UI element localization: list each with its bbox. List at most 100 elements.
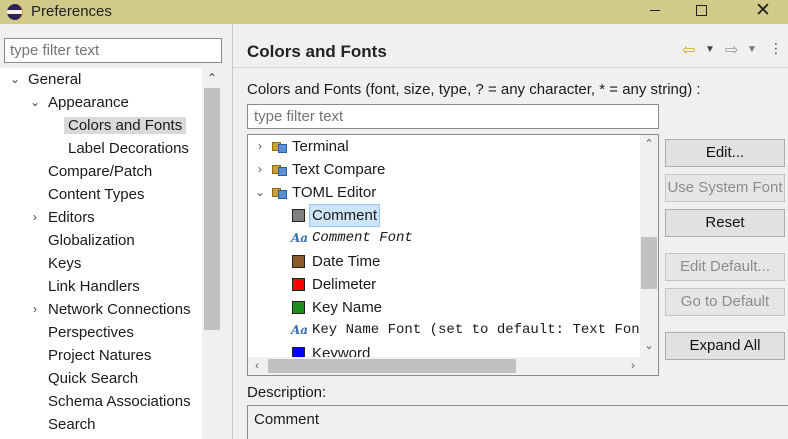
page-description: Colors and Fonts (font, size, type, ? = … — [247, 81, 701, 98]
tree-item-label-decorations[interactable]: Label Decorations — [68, 137, 189, 160]
chevron-right-icon[interactable]: › — [254, 158, 266, 181]
scrollbar-thumb[interactable] — [268, 359, 516, 373]
tree-item-colors-and-fonts[interactable]: Colors and Fonts — [64, 114, 187, 137]
tree-item-label: Quick Search — [48, 370, 139, 387]
chevron-right-icon[interactable]: › — [29, 206, 41, 229]
tree-item-schema-associations[interactable]: Schema Associations — [48, 390, 191, 413]
window-title: Preferences — [31, 3, 112, 20]
scroll-right-icon[interactable]: › — [624, 357, 642, 375]
use-system-font-button[interactable]: Use System Font — [665, 174, 785, 202]
minimize-icon — [650, 10, 660, 12]
tree-item-network-connections[interactable]: › Network Connections — [0, 298, 200, 321]
edit-button[interactable]: Edit... — [665, 139, 785, 167]
go-to-default-button[interactable]: Go to Default — [665, 288, 785, 316]
tree-item-label: Keyword — [312, 345, 371, 357]
maximize-button[interactable] — [678, 0, 724, 24]
category-icon — [272, 186, 288, 200]
tree-item-label: Comment Font — [312, 230, 413, 246]
tree-item-label: Content Types — [48, 186, 145, 203]
page-header: Colors and Fonts ⇦ ▼ ⇨ ▼ ⋮ — [233, 24, 788, 68]
scroll-up-icon[interactable]: ⌃ — [640, 135, 658, 153]
color-swatch — [292, 301, 305, 314]
tree-item-comment[interactable]: Comment — [248, 204, 642, 227]
tree-item-label: Search — [48, 416, 96, 433]
chevron-down-icon[interactable]: ⌄ — [254, 181, 266, 204]
tree-item-label: Network Connections — [48, 301, 191, 318]
tree-item-delimeter[interactable]: Delimeter — [248, 273, 642, 296]
title-bar: Preferences ✕ — [0, 0, 788, 24]
tree-item-label: Compare/Patch — [48, 163, 153, 180]
tree-item-label: Link Handlers — [48, 278, 140, 295]
tree-item-toml-editor[interactable]: ⌄ TOML Editor — [248, 181, 642, 204]
chevron-right-icon[interactable]: › — [29, 298, 41, 321]
tree-item-perspectives[interactable]: Perspectives — [48, 321, 134, 344]
tree-item-appearance[interactable]: ⌄ Appearance — [0, 91, 200, 114]
forward-dropdown-icon[interactable]: ▼ — [747, 44, 757, 55]
tree-item-label: Perspectives — [48, 324, 134, 341]
scrollbar-corner — [642, 357, 658, 375]
chevron-down-icon[interactable]: ⌄ — [29, 91, 41, 114]
category-icon — [272, 140, 288, 154]
tree-item-project-natures[interactable]: Project Natures — [48, 344, 151, 367]
tree-item-comment-font[interactable]: Aa Comment Font — [248, 227, 642, 250]
color-swatch — [292, 278, 305, 291]
close-button[interactable]: ✕ — [740, 0, 786, 24]
tree-item-label: Schema Associations — [48, 393, 191, 410]
tree-vertical-scrollbar[interactable]: ⌃ — [202, 68, 222, 439]
forward-arrow-icon[interactable]: ⇨ — [725, 40, 738, 60]
tree-item-search[interactable]: Search — [48, 413, 96, 436]
tree-item-label: Label Decorations — [68, 140, 189, 157]
font-icon: Aa — [291, 231, 309, 245]
description-text: Comment — [254, 411, 320, 428]
tree-item-compare-patch[interactable]: Compare/Patch — [48, 160, 152, 183]
tree-item-keyword[interactable]: Keyword — [248, 342, 642, 357]
tree-item-key-name[interactable]: Key Name — [248, 296, 642, 319]
reset-button[interactable]: Reset — [665, 209, 785, 237]
expand-all-button[interactable]: Expand All — [665, 332, 785, 360]
chevron-down-icon[interactable]: ⌄ — [9, 68, 21, 91]
category-icon — [272, 163, 288, 177]
color-swatch — [292, 347, 305, 357]
tree-item-globalization[interactable]: Globalization — [48, 229, 135, 252]
tree-item-date-time[interactable]: Date Time — [248, 250, 642, 273]
list-horizontal-scrollbar[interactable]: ‹ › — [248, 357, 642, 375]
tree-item-general[interactable]: ⌄ General — [0, 68, 200, 91]
chevron-right-icon[interactable]: › — [254, 135, 266, 158]
tree-item-keys[interactable]: Keys — [48, 252, 81, 275]
page-title: Colors and Fonts — [247, 42, 387, 61]
scroll-down-icon[interactable]: ⌄ — [640, 337, 658, 355]
tree-item-content-types[interactable]: Content Types — [48, 183, 144, 206]
scrollbar-thumb[interactable] — [641, 237, 657, 289]
edit-default-button[interactable]: Edit Default... — [665, 253, 785, 281]
scroll-up-icon[interactable]: ⌃ — [202, 68, 222, 88]
back-arrow-icon[interactable]: ⇦ — [682, 40, 695, 60]
tree-item-label: Terminal — [292, 138, 349, 155]
preference-navigation: ⌄ General ⌄ Appearance Colors and Fonts … — [0, 24, 232, 439]
scrollbar-thumb[interactable] — [204, 88, 220, 330]
color-swatch — [292, 255, 305, 268]
tree-item-quick-search[interactable]: Quick Search — [48, 367, 138, 390]
tree-item-key-name-font[interactable]: Aa Key Name Font (set to default: Text F… — [248, 319, 642, 342]
tree-item-link-handlers[interactable]: Link Handlers — [48, 275, 140, 298]
tree-item-label: Text Compare — [292, 161, 386, 178]
tree-item-text-compare[interactable]: › Text Compare — [248, 158, 642, 181]
description-box: Comment — [247, 405, 788, 439]
colors-filter-input[interactable] — [247, 104, 659, 129]
minimize-button[interactable] — [632, 0, 678, 24]
tree-item-label: General — [28, 71, 82, 88]
tree-item-editors[interactable]: › Editors — [0, 206, 200, 229]
tree-item-label: Key Name — [312, 299, 383, 316]
tree-item-label: Delimeter — [312, 276, 377, 293]
back-dropdown-icon[interactable]: ▼ — [705, 44, 715, 55]
preference-page: Colors and Fonts ⇦ ▼ ⇨ ▼ ⋮ Colors and Fo… — [232, 24, 788, 439]
tree-item-label: Keys — [48, 255, 82, 272]
tree-filter-input[interactable] — [4, 38, 222, 63]
close-icon: ✕ — [755, 0, 771, 21]
eclipse-icon — [7, 4, 23, 20]
tree-item-label: Project Natures — [48, 347, 152, 364]
list-vertical-scrollbar[interactable]: ⌃ ⌄ — [640, 135, 658, 357]
view-menu-icon[interactable]: ⋮ — [769, 40, 783, 57]
colors-and-fonts-tree: › Terminal › Text Compare ⌄ TOML Editor … — [247, 134, 659, 376]
scroll-left-icon[interactable]: ‹ — [248, 357, 266, 375]
tree-item-terminal[interactable]: › Terminal — [248, 135, 642, 158]
